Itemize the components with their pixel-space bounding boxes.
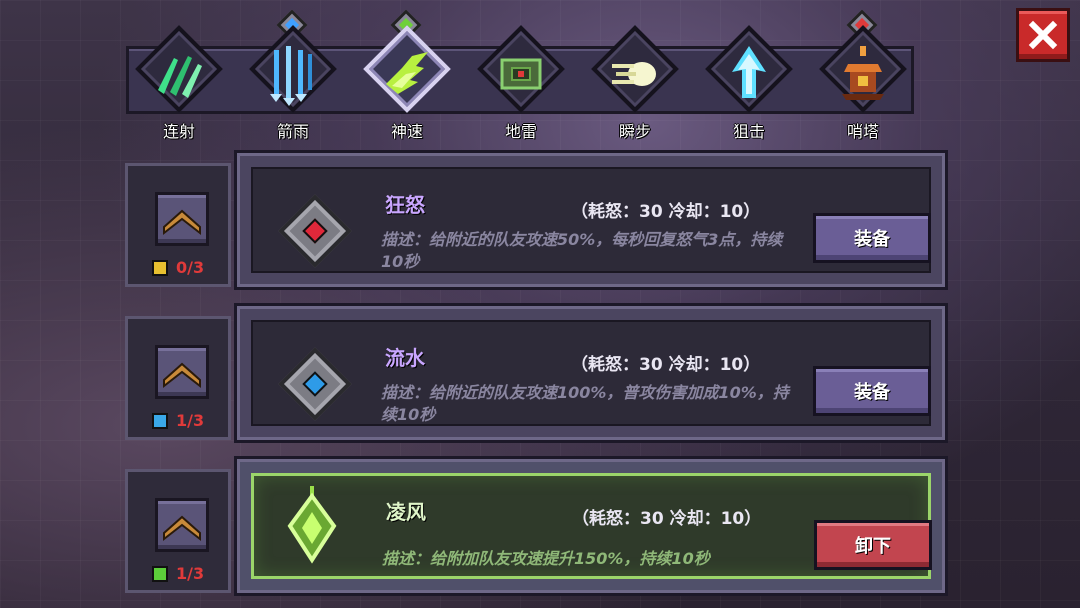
tab-label: 瞬步: [618, 122, 651, 141]
equip-button[interactable]: 装备: [813, 213, 931, 263]
level-text: 0/3: [176, 258, 205, 277]
skill-name: 凌风: [386, 500, 426, 524]
skill-card-flow: 流水 （耗怒：30 冷却：10） 描述：给附近的队友攻速100%，普攻伤害加成1…: [234, 303, 948, 443]
tab-label: 箭雨: [276, 122, 309, 141]
tab-landmine[interactable]: 地雷: [466, 25, 576, 148]
rune-gem-icon: [278, 347, 352, 421]
upgrade-button[interactable]: [155, 192, 209, 246]
rune-gem-icon: [278, 194, 352, 268]
skill-description: 描述：给附加队友攻速提升150%，持续10秒: [382, 549, 710, 568]
card-inner: 凌风 （耗怒：30 冷却：10） 描述：给附加队友攻速提升150%，持续10秒 …: [251, 473, 932, 579]
skill-cost: （耗怒：30 冷却：10）: [571, 355, 761, 375]
upgrade-button[interactable]: [155, 498, 209, 552]
skill-book-icon: [152, 259, 168, 276]
tower-icon: [842, 46, 884, 100]
close-button[interactable]: [1016, 8, 1070, 62]
card-inner: 狂怒 （耗怒：30 冷却：10） 描述：给附近的队友攻速50%，每秒回复怒气3点…: [251, 167, 931, 273]
tab-snipe[interactable]: 狙击: [694, 25, 804, 148]
card-inner: 流水 （耗怒：30 冷却：10） 描述：给附近的队友攻速100%，普攻伤害加成1…: [251, 320, 931, 426]
skill-upgrade-panel: 1/3: [125, 469, 231, 593]
level-text: 1/3: [176, 564, 205, 583]
skill-level: 1/3: [152, 564, 204, 583]
upgrade-button[interactable]: [155, 345, 209, 399]
skill-description: 描述：给附近的队友攻速100%，普攻伤害加成10%，持续10秒: [381, 383, 789, 424]
skill-book-icon: [152, 412, 168, 429]
equip-button[interactable]: 装备: [813, 366, 931, 416]
snipe-icon: [732, 46, 766, 98]
arrow-rain-icon: [270, 46, 312, 106]
blink-icon: [612, 62, 656, 86]
chevron-up-icon: [163, 362, 201, 389]
skill-book-icon: [152, 565, 168, 582]
skill-cost: （耗怒：30 冷却：10）: [571, 202, 761, 222]
skill-name: 狂怒: [385, 193, 425, 217]
skill-cost: （耗怒：30 冷却：10）: [572, 509, 762, 529]
skill-description: 描述：给附近的队友攻速50%，每秒回复怒气3点，持续10秒: [381, 230, 783, 271]
close-icon: [1028, 20, 1058, 50]
pendant-icon: [287, 486, 337, 564]
skill-level: 1/3: [152, 411, 204, 430]
skill-upgrade-panel: 1/3: [125, 316, 231, 440]
tab-multishot[interactable]: 连射: [124, 25, 234, 148]
tab-arrow-rain[interactable]: 箭雨: [238, 9, 348, 148]
tab-label: 哨塔: [846, 122, 879, 141]
skill-upgrade-panel: 0/3: [125, 163, 231, 287]
tab-label: 地雷: [504, 122, 537, 141]
tab-label: 狙击: [732, 122, 765, 141]
skill-card-gale: 凌风 （耗怒：30 冷却：10） 描述：给附加队友攻速提升150%，持续10秒 …: [234, 456, 948, 596]
swift-icon: [386, 52, 428, 94]
tab-tower[interactable]: 哨塔: [808, 9, 918, 148]
chevron-up-icon: [163, 209, 201, 236]
level-text: 1/3: [176, 411, 205, 430]
skill-name: 流水: [385, 346, 425, 370]
chevron-up-icon: [163, 515, 201, 542]
tab-label: 神速: [390, 122, 423, 141]
multishot-icon: [158, 56, 202, 98]
skill-level: 0/3: [152, 258, 204, 277]
tab-blink[interactable]: 瞬步: [580, 25, 690, 148]
tab-swift[interactable]: 神速: [352, 9, 462, 148]
landmine-icon: [500, 58, 542, 90]
tab-label: 连射: [162, 122, 195, 141]
unequip-button[interactable]: 卸下: [814, 520, 932, 570]
skill-card-rage: 狂怒 （耗怒：30 冷却：10） 描述：给附近的队友攻速50%，每秒回复怒气3点…: [234, 150, 948, 290]
